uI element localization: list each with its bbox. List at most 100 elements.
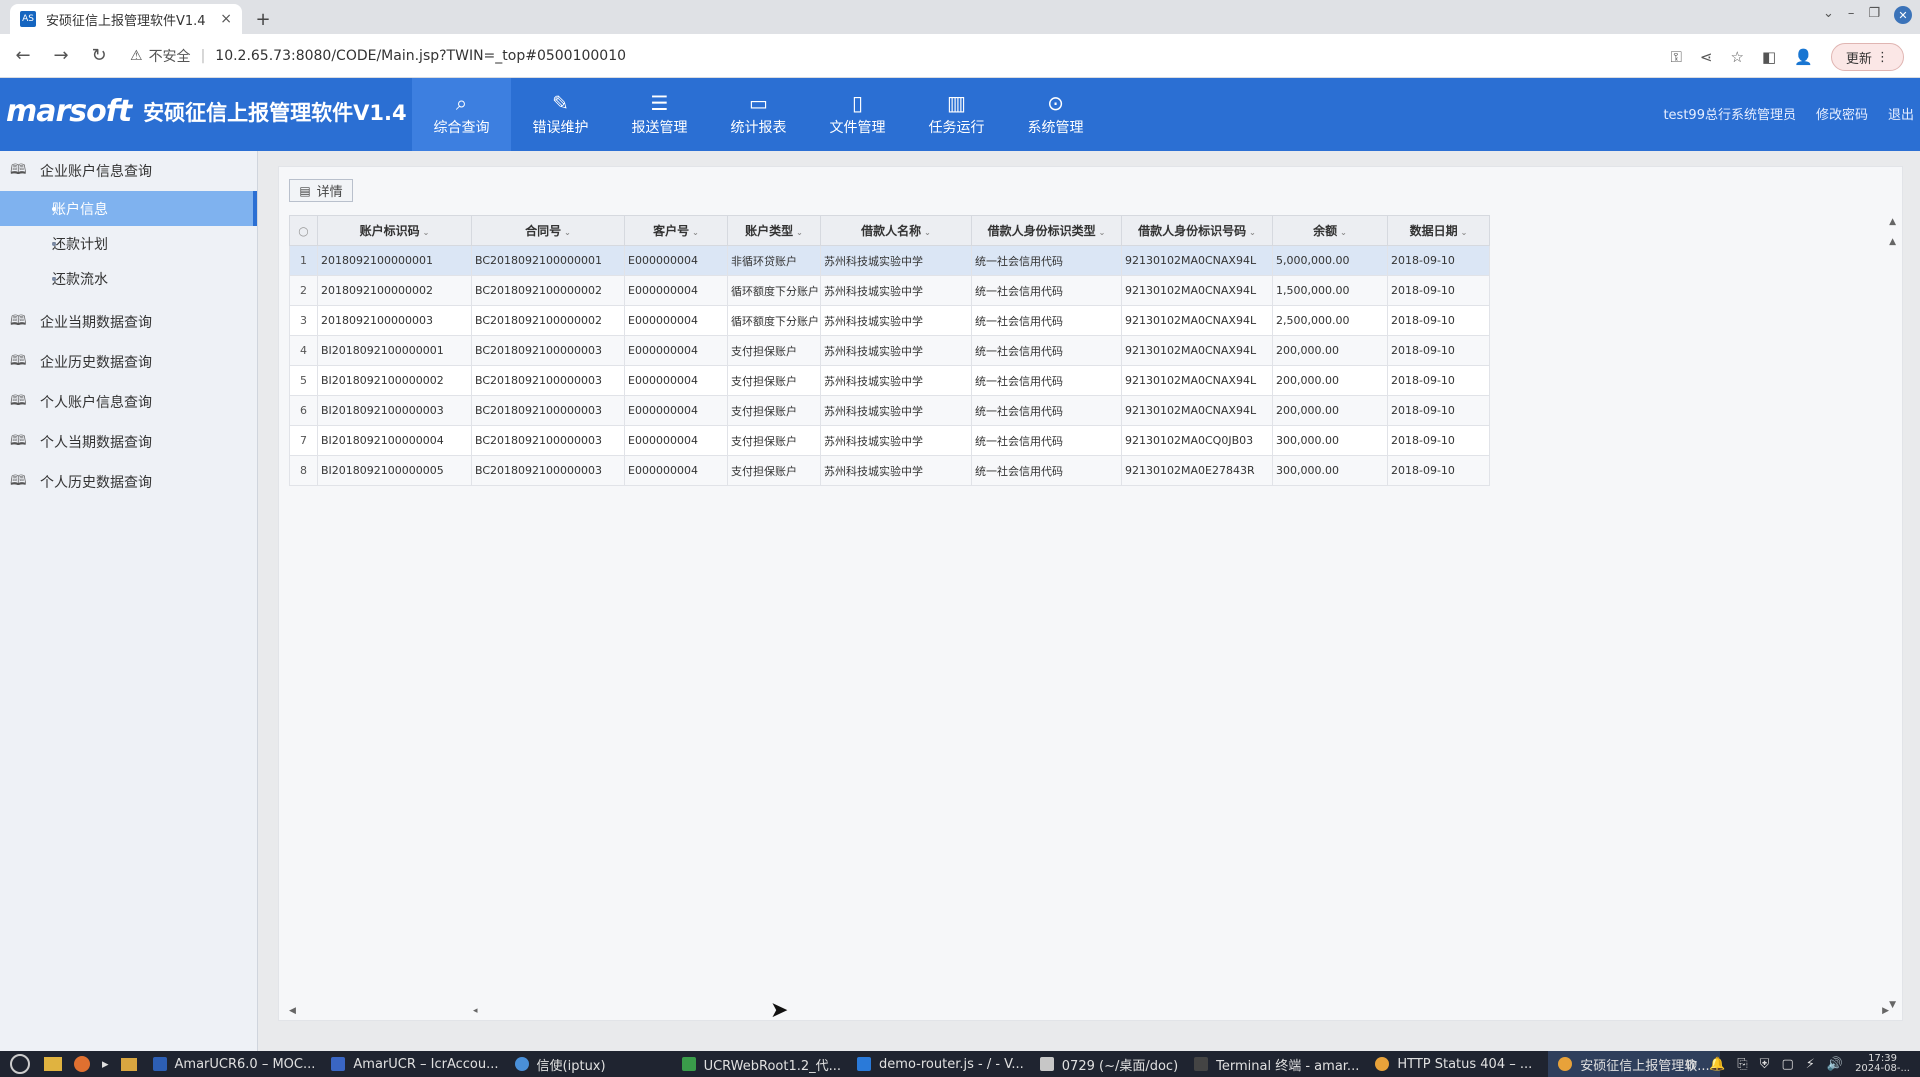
nav-item-statistics-report[interactable]: ▭ 统计报表 [709,78,808,151]
tab-search-icon[interactable]: ⌄ [1823,6,1834,24]
search-icon[interactable]: ○ [298,224,308,238]
sort-icon[interactable]: ⌄ [796,228,803,237]
cell-customer-no: E000000004 [624,335,728,366]
column-header[interactable]: 数据日期 ⌄ [1387,215,1490,246]
column-header[interactable]: 合同号 ⌄ [471,215,625,246]
sidebar-item-account-info[interactable]: 账户信息 [0,191,257,226]
taskbar-item[interactable]: Terminal 终端 - amar... [1194,1055,1359,1074]
scroll-up-arrow[interactable]: ▲ ▲ [1889,217,1896,247]
browser-launcher-icon[interactable] [74,1056,90,1072]
nav-item-comprehensive-query[interactable]: ⌕ 综合查询 [412,78,511,151]
table-row[interactable]: 7 BI2018092100000004 BC2018092100000003 … [289,425,1490,456]
sidebar-item-repayment-flow[interactable]: 还款流水 [0,261,257,296]
profile-icon[interactable]: 👤 [1794,48,1813,66]
shield-icon[interactable]: ⛨ [1760,1057,1770,1072]
taskbar-item[interactable]: 0729 (~/桌面/doc) [1039,1055,1178,1074]
new-tab-button[interactable]: + [248,4,278,34]
sort-icon[interactable]: ⌄ [1461,228,1468,237]
restore-icon[interactable]: ❐ [1868,6,1880,24]
nav-item-submission-management[interactable]: ☰ 报送管理 [610,78,709,151]
reload-icon[interactable]: ↻ [84,45,114,66]
sort-icon[interactable]: ⌄ [564,228,571,237]
cell-contract-no: BC2018092100000001 [471,245,625,276]
volume-icon[interactable]: 🔊 [1827,1057,1843,1072]
star-icon[interactable]: ☆ [1731,48,1744,66]
nav-item-task-run[interactable]: ▥ 任务运行 [907,78,1006,151]
taskbar-item[interactable]: demo-router.js - / - V... [857,1057,1024,1072]
table-row[interactable]: 4 BI2018092100000001 BC2018092100000003 … [289,335,1490,366]
sidebar-item-repayment-plan[interactable]: 还款计划 [0,226,257,261]
sort-icon[interactable]: ⌄ [1340,228,1347,237]
sort-icon[interactable]: ⌄ [924,228,931,237]
cell-account-type: 支付担保账户 [727,455,821,486]
back-icon[interactable]: ← [8,45,38,66]
clipboard-icon[interactable]: ⎘ [1737,1057,1747,1072]
screen-icon[interactable]: ▢ [1781,1057,1793,1072]
table-row[interactable]: 2 2018092100000002 BC2018092100000002 E0… [289,275,1490,306]
nav-item-file-management[interactable]: ▯ 文件管理 [808,78,907,151]
sort-icon[interactable]: ⌄ [423,228,430,237]
share-icon[interactable]: ⋖ [1700,48,1713,66]
terminal-launcher-icon[interactable]: ▸ [102,1057,109,1072]
sort-icon[interactable]: ⌄ [1249,228,1256,237]
clock[interactable]: 17:39 2024-08-... [1855,1054,1910,1074]
browser-tab[interactable]: AS 安硕征信上报管理软件V1.4 × [10,4,242,34]
network-icon[interactable]: ◍ [1686,1057,1697,1072]
nav-item-error-maintenance[interactable]: ✎ 错误维护 [511,78,610,151]
nav-item-system-management[interactable]: ⊙ 系统管理 [1006,78,1105,151]
taskbar-item[interactable]: AmarUCR – IcrAccou... [331,1057,499,1072]
warning-icon[interactable]: ⚠ [130,48,143,64]
taskbar-item[interactable]: AmarUCR6.0 – MOC... [152,1057,315,1072]
files-launcher-icon[interactable] [120,1057,137,1071]
address-bar[interactable]: ⚠ 不安全 | 10.2.65.73:8080/CODE/Main.jsp?TW… [130,46,626,66]
key-icon[interactable]: ⚿ [1671,48,1682,66]
forward-icon[interactable]: → [46,45,76,66]
update-button[interactable]: 更新 ⋮ [1830,43,1904,71]
url-text[interactable]: 10.2.65.73:8080/CODE/Main.jsp?TWIN=_top#… [215,48,626,64]
tab-close-icon[interactable]: × [220,11,232,27]
column-header[interactable]: 客户号 ⌄ [624,215,728,246]
sort-icon[interactable]: ⌄ [1099,228,1106,237]
start-menu-icon[interactable] [10,1054,30,1074]
sidepanel-icon[interactable]: ◧ [1762,48,1776,66]
taskbar-item[interactable]: HTTP Status 404 – ... [1375,1057,1532,1072]
scroll-thumb-edge[interactable]: ◂ [473,1006,478,1016]
table-header-row: ○ 账户标识码 ⌄ 合同号 ⌄ 客户号 ⌄ 账户类型 ⌄ 借款人名称 ⌄ 借款人身份标识类… [289,215,1490,246]
table-row[interactable]: 5 BI2018092100000002 BC2018092100000003 … [289,365,1490,396]
sidebar-group-personal-account[interactable]: 🕮 个人账户信息查询 [0,382,257,422]
sidebar-group-enterprise-history[interactable]: 🕮 企业历史数据查询 [0,342,257,382]
sidebar-group-enterprise-account[interactable]: 🕮 企业账户信息查询 [0,151,257,191]
logout-link[interactable]: 退出 [1888,104,1914,123]
change-password-link[interactable]: 修改密码 [1816,104,1868,123]
table-row[interactable]: 8 BI2018092100000005 BC2018092100000003 … [289,455,1490,486]
table-row[interactable]: 6 BI2018092100000003 BC2018092100000003 … [289,395,1490,426]
column-header[interactable]: 余额 ⌄ [1272,215,1388,246]
column-header[interactable]: 账户标识码 ⌄ [317,215,472,246]
desktop-icon[interactable] [44,1057,62,1071]
sidebar-group-enterprise-current[interactable]: 🕮 企业当期数据查询 [0,302,257,342]
taskbar-item[interactable]: 信使(iptux) [514,1055,606,1074]
column-header[interactable]: 借款人身份标识类型 ⌄ [971,215,1122,246]
sort-icon[interactable]: ⌄ [692,228,699,237]
sidebar-group-personal-current[interactable]: 🕮 个人当期数据查询 [0,422,257,462]
minimize-icon[interactable]: – [1848,6,1855,24]
detail-button[interactable]: ▤ 详情 [289,179,353,202]
column-header[interactable]: 借款人名称 ⌄ [820,215,972,246]
bell-icon[interactable]: 🔔 [1709,1057,1725,1072]
current-user[interactable]: test99总行系统管理员 [1663,104,1796,123]
select-all-header[interactable]: ○ [289,215,318,246]
taskbar-item[interactable]: UCRWebRoot1.2_代... [681,1055,841,1074]
cell-customer-no: E000000004 [624,245,728,276]
column-header[interactable]: 借款人身份标识号码 ⌄ [1121,215,1273,246]
column-header[interactable]: 账户类型 ⌄ [727,215,821,246]
window-close-icon[interactable]: ✕ [1894,6,1912,24]
book-icon: 🕮 [10,353,27,369]
power-icon[interactable]: ⚡ [1806,1057,1815,1072]
sidebar-group-personal-history[interactable]: 🕮 个人历史数据查询 [0,462,257,502]
scroll-down-arrow[interactable]: ▼ [1889,1000,1896,1010]
scroll-right-arrow[interactable]: ▶ [1882,1006,1889,1016]
horizontal-scrollbar[interactable]: ◀ ◂ ▶ [289,1006,1889,1016]
table-row[interactable]: 3 2018092100000003 BC2018092100000002 E0… [289,305,1490,336]
scroll-left-arrow[interactable]: ◀ [289,1006,296,1016]
table-row[interactable]: 1 2018092100000001 BC2018092100000001 E0… [289,245,1490,276]
